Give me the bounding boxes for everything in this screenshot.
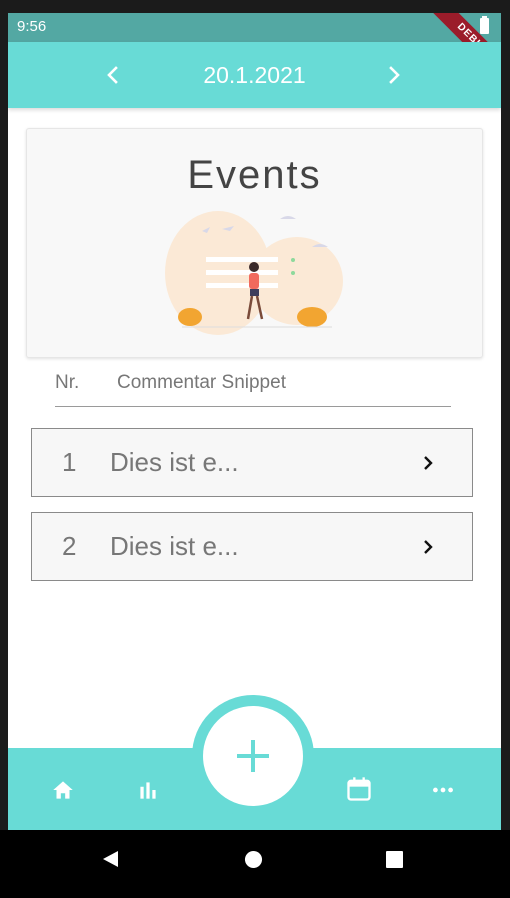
status-bar: 9:56 DEBUG <box>8 13 501 86</box>
add-event-button[interactable] <box>203 706 303 806</box>
event-list-item[interactable]: 2 Dies ist e... <box>31 512 473 581</box>
home-icon[interactable] <box>50 777 76 803</box>
chevron-right-icon <box>424 456 433 470</box>
bar-chart-icon[interactable] <box>135 777 161 803</box>
event-list-item[interactable]: 1 Dies ist e... <box>31 428 473 497</box>
app-bar: 20.1.2021 <box>8 42 501 108</box>
item-snippet: Dies ist e... <box>110 531 239 561</box>
item-number: 2 <box>62 531 77 561</box>
battery-icon <box>480 16 489 34</box>
app-screen: 9:56 DEBUG 20.1.2021 Events Nr. Commenta… <box>8 13 501 830</box>
events-illustration <box>165 211 343 335</box>
calendar-icon[interactable] <box>345 775 373 803</box>
home-circle-icon[interactable] <box>244 850 263 869</box>
chevron-right-icon <box>389 66 400 84</box>
current-date: 20.1.2021 <box>203 62 306 88</box>
recents-icon[interactable] <box>386 851 403 868</box>
back-icon[interactable] <box>100 849 120 869</box>
add-icon <box>237 740 269 772</box>
list-header: Nr. Commentar Snippet <box>55 370 451 407</box>
status-time: 9:56 <box>17 18 47 35</box>
events-title: Events <box>187 153 322 197</box>
item-number: 1 <box>62 447 77 477</box>
more-icon[interactable] <box>430 777 456 803</box>
header-comment: Commentar Snippet <box>117 372 286 393</box>
next-day-button[interactable] <box>379 60 409 90</box>
header-nr: Nr. <box>55 372 80 393</box>
chevron-right-icon <box>424 540 433 554</box>
item-snippet: Dies ist e... <box>110 447 239 477</box>
system-navigation-bar <box>0 830 510 898</box>
events-card: Events <box>26 128 483 358</box>
device-frame: 9:56 DEBUG 20.1.2021 Events Nr. Commenta… <box>0 0 510 898</box>
